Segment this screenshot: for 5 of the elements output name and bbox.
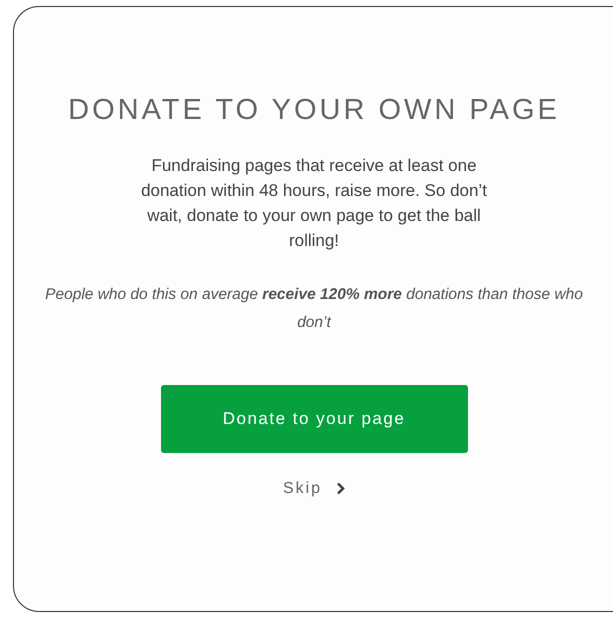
skip-link[interactable]: Skip (278, 474, 350, 503)
note-text: People who do this on average receive 120% more donations than those who don’t (44, 284, 584, 333)
message-text: Fundraising pages that receive at least one donation within 48 hours, raise more. So don’t wait, donate to your own page to get the ball rolling! (140, 154, 488, 252)
donate-button[interactable]: Donate to your page (160, 384, 468, 453)
dialog-title: DONATE TO YOUR OWN PAGE (68, 95, 560, 127)
